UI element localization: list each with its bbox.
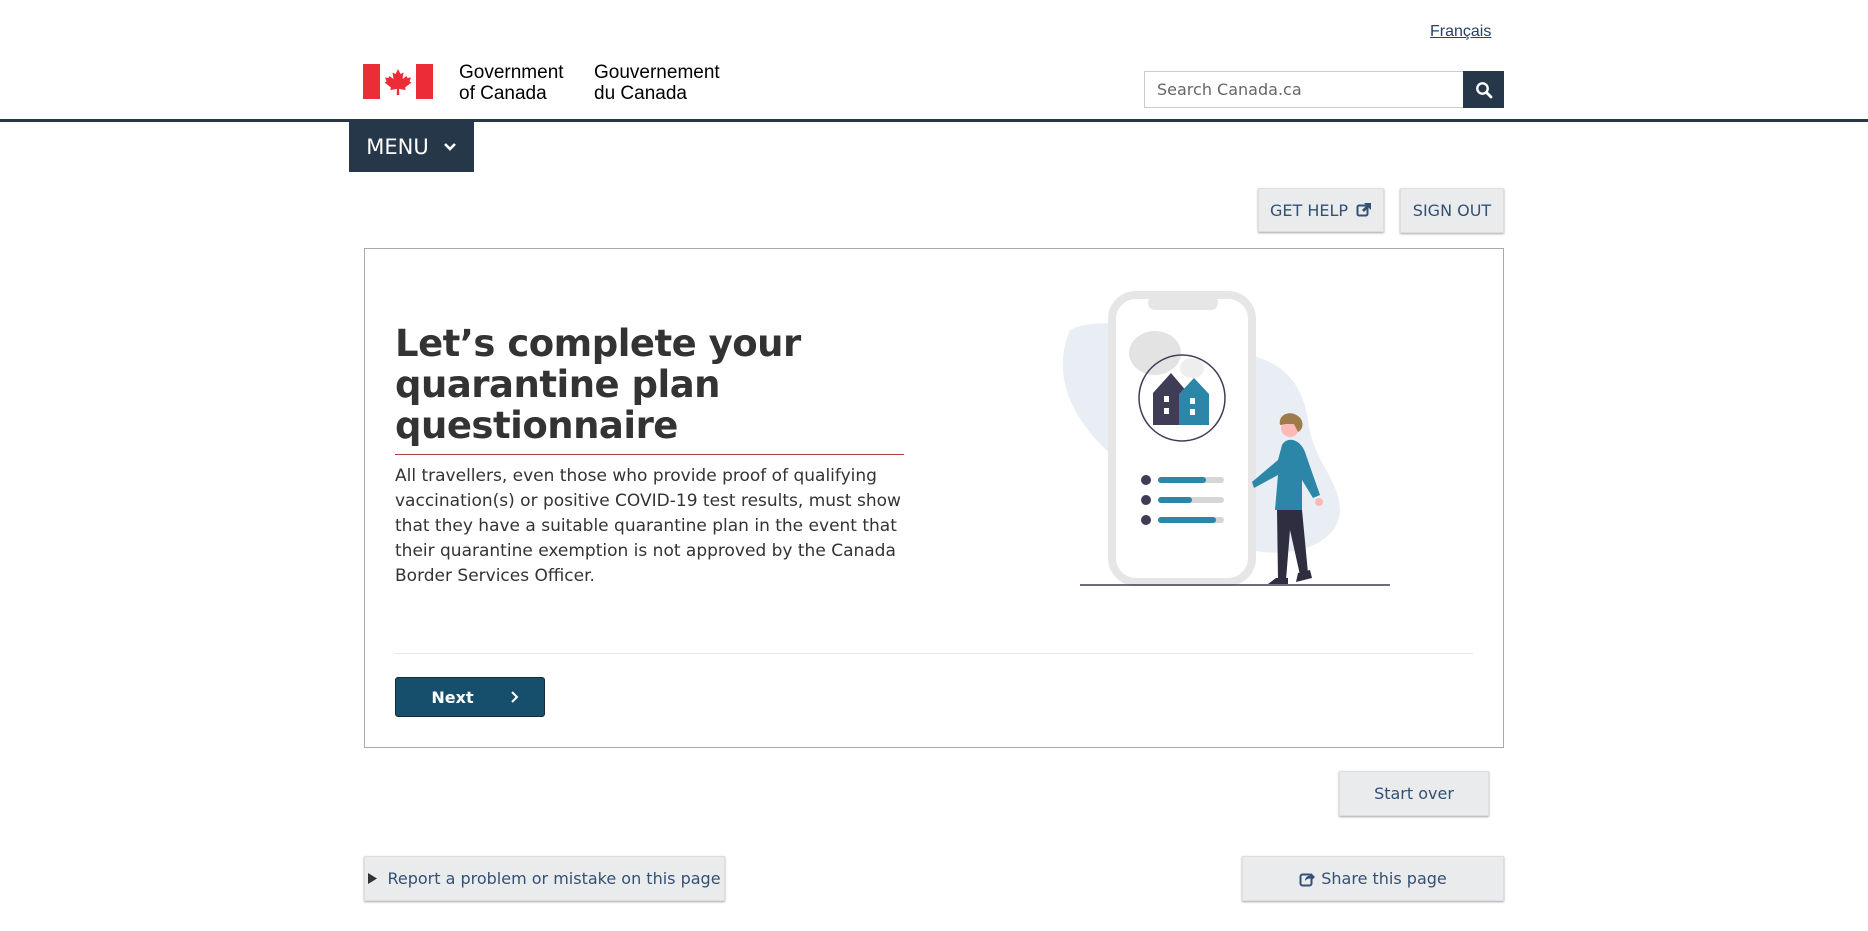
menu-button[interactable]: MENU: [349, 122, 474, 172]
next-label: Next: [431, 687, 474, 707]
language-toggle-link[interactable]: Français: [1430, 23, 1491, 41]
search-button[interactable]: [1463, 71, 1504, 108]
triangle-right-icon: [368, 873, 378, 884]
external-link-icon: [1356, 203, 1372, 217]
report-problem-button[interactable]: Report a problem or mistake on this page: [364, 856, 725, 901]
phone-with-house-and-person-illustration: [1040, 290, 1400, 590]
next-button[interactable]: Next: [395, 677, 545, 717]
search-field-container: [1144, 71, 1464, 108]
card-divider: [395, 653, 1473, 654]
menu-label: MENU: [366, 135, 429, 159]
chevron-down-icon: [443, 143, 456, 151]
header-divider: [0, 119, 1868, 122]
wordmark-en-line2: of Canada: [459, 83, 547, 104]
wordmark-en-line1: Government: [459, 62, 564, 83]
share-icon: [1299, 872, 1316, 886]
share-page-label: Share this page: [1321, 869, 1447, 888]
sign-out-button[interactable]: SIGN OUT: [1400, 188, 1504, 233]
wordmark-fr-line1: Gouvernement: [594, 62, 720, 83]
canada-flag-icon: [363, 64, 433, 99]
wordmark-fr-line2: du Canada: [594, 83, 687, 104]
intro-paragraph: All travellers, even those who provide p…: [395, 466, 901, 586]
get-help-label: GET HELP: [1269, 200, 1349, 220]
share-page-button[interactable]: Share this page: [1242, 856, 1504, 901]
start-over-button[interactable]: Start over: [1339, 771, 1489, 816]
search-input[interactable]: [1145, 72, 1463, 107]
wordmark-english: Government of Canada: [459, 62, 564, 104]
get-help-button[interactable]: GET HELP: [1258, 188, 1384, 232]
title-underline: [395, 454, 904, 455]
wordmark-french: Gouvernement du Canada: [594, 62, 720, 104]
sign-out-label: SIGN OUT: [1412, 201, 1492, 220]
chevron-right-icon: [510, 691, 519, 703]
report-problem-label: Report a problem or mistake on this page: [387, 869, 721, 888]
start-over-label: Start over: [1374, 784, 1454, 803]
page-title: Let’s complete your quarantine plan ques…: [395, 322, 801, 447]
search-icon: [1475, 81, 1492, 98]
